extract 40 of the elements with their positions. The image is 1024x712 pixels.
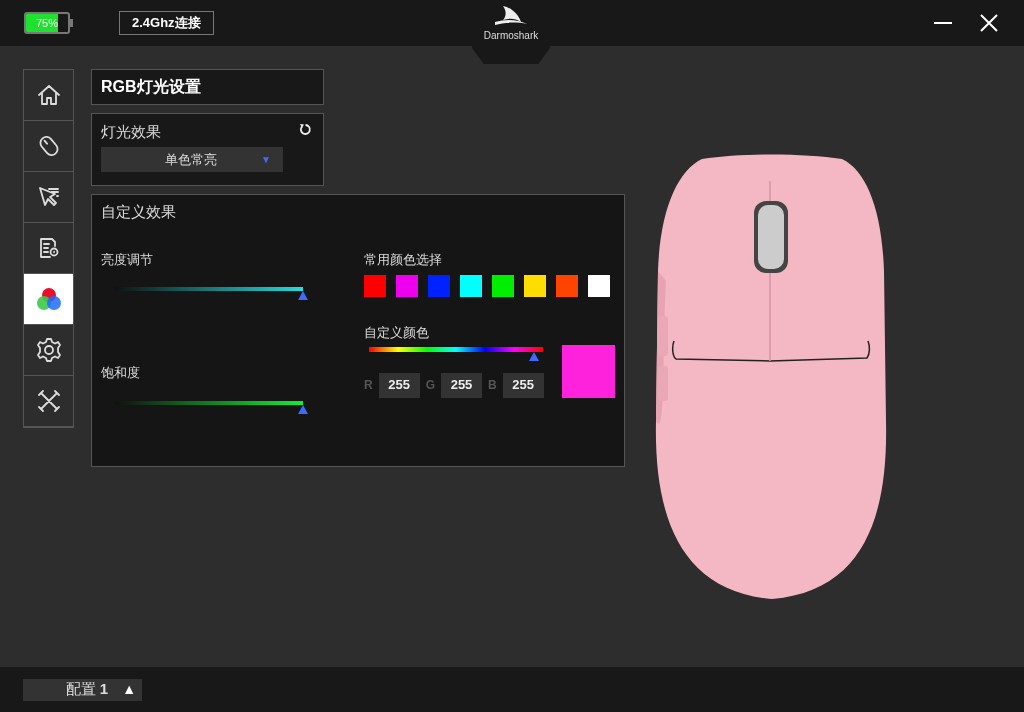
tools-icon: [35, 388, 62, 414]
hue-thumb-icon[interactable]: [529, 351, 540, 361]
battery-percent: 75%: [35, 16, 59, 31]
profile-label: 配置 1: [65, 679, 109, 700]
channel-value-field[interactable]: 255: [378, 372, 420, 398]
profile-arrow: ▲: [122, 680, 136, 699]
connection-label: 2.4Ghz连接: [119, 11, 214, 35]
color-swatch[interactable]: [396, 275, 418, 297]
color-swatch[interactable]: [364, 275, 386, 297]
light-effect-label: 灯光效果: [101, 122, 161, 142]
channel-label: R: [364, 377, 373, 394]
slider-thumb-icon[interactable]: [298, 291, 308, 300]
color-swatch[interactable]: [524, 275, 546, 297]
slider-label: 饱和度: [101, 364, 141, 382]
close-icon: [980, 14, 998, 32]
channel-value-field[interactable]: 255: [502, 372, 544, 398]
section-title: RGB灯光设置: [91, 69, 324, 105]
settings-icon: [34, 336, 63, 364]
slider-thumb-icon[interactable]: [298, 404, 308, 414]
custom-color-label: 自定义颜色: [364, 324, 430, 342]
color-swatch[interactable]: [460, 275, 482, 297]
home-icon: [35, 82, 62, 108]
preset-colors-label: 常用颜色选择: [364, 250, 443, 269]
slider-label: 亮度调节: [101, 250, 154, 269]
channel-label: G: [425, 377, 435, 394]
color-swatch[interactable]: [588, 275, 610, 297]
custom-effect-title: 自定义效果: [101, 202, 177, 222]
channel-value-field[interactable]: 255: [441, 372, 482, 398]
sidebar-tab[interactable]: [24, 274, 73, 325]
close-button[interactable]: [978, 12, 1000, 34]
effect-dropdown[interactable]: 单色常亮 ▼: [101, 147, 283, 172]
logo-text: Darmoshark: [483, 29, 539, 43]
color-swatch[interactable]: [556, 275, 578, 297]
channel-label: B: [488, 377, 497, 394]
dropdown-arrow: ▼: [261, 153, 271, 167]
reset-icon[interactable]: [299, 123, 312, 136]
color-swatch[interactable]: [428, 275, 450, 297]
color-swatch[interactable]: [492, 275, 514, 297]
profile-selector[interactable]: 配置 1 ▲: [23, 678, 142, 701]
dropdown-value: 单色常亮: [165, 150, 217, 169]
